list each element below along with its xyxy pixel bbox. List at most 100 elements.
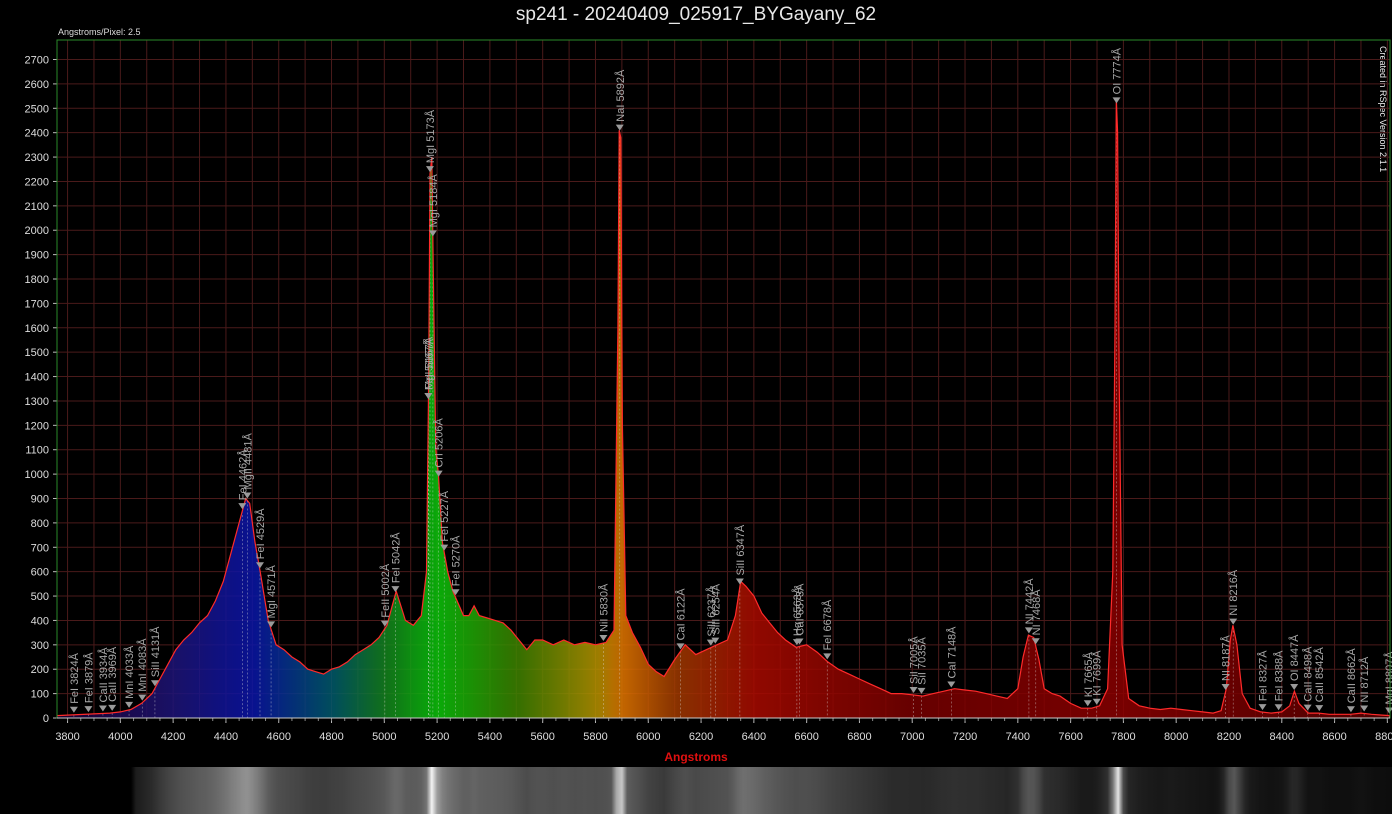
line-marker-label: FeI 5227Å — [438, 490, 451, 541]
spectrum-fill — [57, 98, 1390, 718]
y-tick-label: 300 — [31, 640, 49, 652]
y-tick-label: 2000 — [25, 225, 49, 237]
line-marker-triangle — [1112, 97, 1121, 104]
line-markers: FeI 3824Å FeI 3879Å CaII 3934ÅCaII 3969Å Mn… — [68, 47, 1392, 714]
line-marker-label: CrI 5206Å — [433, 417, 446, 467]
line-marker-label: OI 8447Å — [1288, 634, 1301, 681]
line-marker-triangle — [84, 706, 93, 713]
x-tick-label: 8600 — [1322, 731, 1346, 743]
x-tick-label: 5800 — [583, 731, 607, 743]
line-marker-label: MnI 4083Å — [136, 638, 149, 692]
y-tick-label: 2500 — [25, 103, 49, 115]
line-marker-triangle — [917, 687, 926, 694]
line-marker-label: FeI 5042Å — [389, 532, 402, 583]
line-marker-label: FeI 6678Å — [821, 599, 834, 650]
line-marker-triangle — [1083, 700, 1092, 707]
y-tick-label: 200 — [31, 664, 49, 676]
x-tick-label: 4000 — [108, 731, 132, 743]
line-marker-label: CaI 6122Å — [674, 588, 687, 641]
y-tick-label: 2400 — [25, 128, 49, 140]
line-marker-label: NI 8712Å — [1358, 656, 1371, 703]
x-tick-label: 5400 — [478, 731, 502, 743]
x-axis-label: Angstroms — [664, 750, 728, 764]
x-tick-label: 4600 — [266, 731, 290, 743]
line-marker-label: CaII 3969Å — [106, 646, 119, 702]
x-tick-label: 5200 — [425, 731, 449, 743]
line-marker-label: MgII 4481Å — [241, 433, 254, 490]
line-marker-triangle — [599, 635, 608, 642]
line-marker-triangle — [947, 681, 956, 688]
line-marker-triangle — [1290, 683, 1299, 690]
y-tick-label: 1200 — [25, 420, 49, 432]
line-marker-triangle — [909, 686, 918, 693]
y-tick-label: 600 — [31, 567, 49, 579]
line-marker-label: NI 8187Å — [1220, 634, 1233, 681]
y-tick-label: 1100 — [25, 445, 49, 457]
line-marker-label: CaI 6573Å — [794, 583, 807, 636]
line-marker-label: NI 7468Å — [1030, 589, 1043, 636]
y-tick-label: 1700 — [25, 298, 49, 310]
y-tick-label: 2200 — [25, 176, 49, 188]
line-marker-label: SiII 6254Å — [709, 583, 722, 634]
line-marker-label: MgI 8807Å — [1383, 651, 1392, 705]
line-marker-label: MgI 5184Å — [427, 173, 440, 227]
y-tick-label: 700 — [31, 542, 49, 554]
line-marker-label: FeI 5167Å — [422, 339, 435, 390]
line-marker-label: SiI 7035Å — [915, 637, 928, 685]
y-tick-label: 0 — [43, 713, 49, 725]
line-marker-triangle — [391, 586, 400, 593]
line-marker-triangle — [98, 705, 107, 712]
line-marker-label: MgI 4571Å — [265, 565, 278, 619]
line-marker-label: FeI 3879Å — [82, 652, 95, 703]
line-marker-triangle — [1229, 618, 1238, 625]
y-tick-label: 2300 — [25, 152, 49, 164]
line-marker-label: FeI 3824Å — [68, 652, 81, 703]
y-tick-label: 1900 — [25, 250, 49, 262]
y-tick-label: 2700 — [25, 55, 49, 67]
spectrum-area — [57, 98, 1390, 718]
x-tick-label: 7600 — [1058, 731, 1082, 743]
y-tick-label: 900 — [31, 494, 49, 506]
line-marker-triangle — [108, 704, 117, 711]
y-tick-label: 100 — [31, 689, 49, 701]
x-tick-label: 4400 — [214, 731, 238, 743]
x-tick-label: 7200 — [953, 731, 977, 743]
line-marker-triangle — [1258, 704, 1267, 711]
line-marker-triangle — [1385, 707, 1392, 714]
x-tick-label: 8400 — [1270, 731, 1294, 743]
line-marker-triangle — [615, 124, 624, 131]
line-marker-label: FeI 5270Å — [450, 535, 463, 586]
line-marker-label: FeI 4529Å — [254, 508, 267, 559]
y-tick-label: 1800 — [25, 274, 49, 286]
x-tick-label: 6600 — [794, 731, 818, 743]
y-tick-label: 800 — [31, 518, 49, 530]
line-marker-triangle — [69, 706, 78, 713]
line-marker-label: FeI 8388Å — [1273, 650, 1286, 701]
y-tick-label: 1500 — [25, 347, 49, 359]
line-marker-triangle — [1092, 698, 1101, 705]
line-marker-triangle — [425, 166, 434, 173]
line-marker-label: CaI 7148Å — [945, 626, 958, 679]
spectrum-chart[interactable]: FeI 3824Å FeI 3879Å CaII 3934ÅCaII 3969Å Mn… — [0, 0, 1392, 760]
line-marker-label: SiII 6347Å — [734, 524, 747, 575]
y-tick-label: 2100 — [25, 201, 49, 213]
x-tick-label: 8000 — [1164, 731, 1188, 743]
line-marker-label: KI 7699Å — [1091, 650, 1104, 696]
line-marker-label: CaII 8662Å — [1345, 648, 1358, 704]
x-tick-label: 4800 — [319, 731, 343, 743]
x-tick-label: 6400 — [742, 731, 766, 743]
y-tick-label: 1400 — [25, 372, 49, 384]
y-tick-label: 1000 — [25, 469, 49, 481]
x-tick-label: 8200 — [1217, 731, 1241, 743]
spectrum-strip-image — [120, 767, 1392, 814]
y-tick-label: 1600 — [25, 323, 49, 335]
x-tick-label: 4200 — [161, 731, 185, 743]
y-tick-label: 500 — [31, 591, 49, 603]
x-tick-label: 7400 — [1006, 731, 1030, 743]
y-tick-label: 2600 — [25, 79, 49, 91]
x-tick-label: 5000 — [372, 731, 396, 743]
x-tick-label: 6200 — [689, 731, 713, 743]
x-tick-label: 6800 — [847, 731, 871, 743]
line-marker-label: CaII 8542Å — [1313, 646, 1326, 702]
line-marker-label: MgI 5173Å — [424, 109, 437, 163]
